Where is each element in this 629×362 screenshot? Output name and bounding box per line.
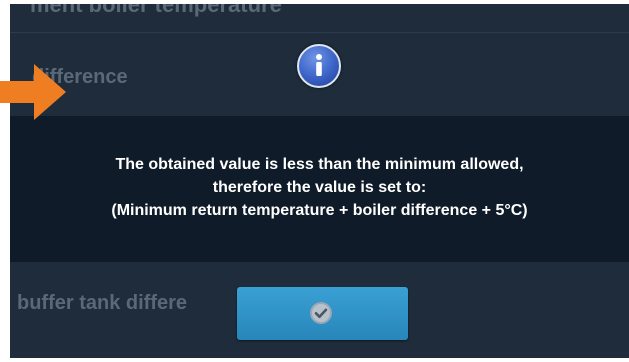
info-icon [297,44,341,88]
annotation-arrow-icon [0,64,66,120]
message-line: The obtained value is less than the mini… [115,156,524,173]
message-line: (Minimum return temperature + boiler dif… [111,202,528,219]
app-screen: ment boiler temperature difference buffe… [10,4,629,358]
message-line: therefore the value is set to: [212,179,427,196]
check-icon [310,302,332,324]
message-panel: The obtained value is less than the mini… [10,116,629,262]
confirm-button[interactable] [237,287,408,340]
background-setting-label: ment boiler temperature [30,4,282,17]
background-setting-label: buffer tank differe [17,292,188,314]
divider [10,32,629,33]
